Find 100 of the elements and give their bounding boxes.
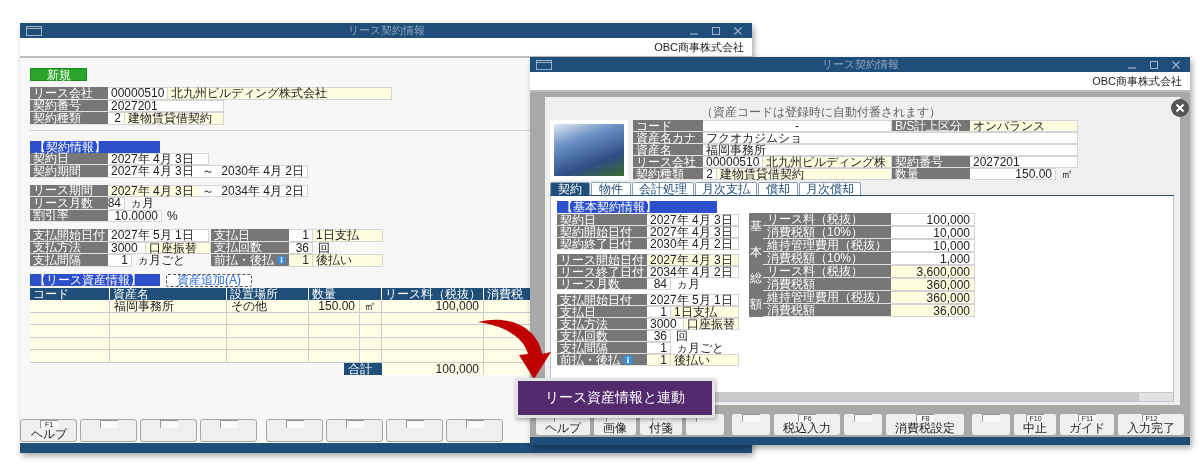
input-field[interactable]: 1: [289, 254, 313, 267]
input-field[interactable]: 2027年 5月 1日: [108, 229, 209, 242]
input-field[interactable]: 建物賃貸借契約: [717, 168, 892, 180]
field-label: 契約終了日付: [557, 238, 647, 250]
column-header: 数量: [309, 287, 382, 300]
input-field[interactable]: 00000510: [703, 156, 763, 168]
field-label: 消費税額（10%）: [763, 226, 891, 239]
field-label: 支払開始日付: [557, 294, 647, 306]
input-field[interactable]: 36: [647, 330, 671, 342]
field-label: 消費税額: [763, 278, 891, 291]
unit-label: ヵ月: [675, 278, 701, 290]
tab[interactable]: 償却: [758, 182, 798, 195]
field-label: 維持管理費用（税抜）: [763, 291, 891, 304]
input-field[interactable]: 1: [647, 306, 671, 318]
column-header: コード: [30, 287, 110, 300]
input-field[interactable]: 北九州ビルディング株式会社: [168, 87, 392, 100]
input-field[interactable]: 3000: [647, 318, 684, 330]
field-label: 契約期間: [30, 165, 108, 178]
field-label: 前払・後払: [214, 253, 274, 266]
input-field[interactable]: 建物賃貸借契約: [125, 112, 224, 125]
window-icon: [26, 25, 42, 36]
input-field[interactable]: 口座振替: [684, 318, 739, 330]
amount-value: 360,000: [891, 278, 975, 291]
field-label: リース会社: [30, 87, 108, 100]
close-button[interactable]: [1171, 99, 1189, 117]
tab[interactable]: 契約: [550, 182, 590, 195]
input-field[interactable]: 1日支払: [313, 229, 383, 242]
input-field[interactable]: 北九州ビルディング株: [763, 156, 892, 168]
input-field[interactable]: 1: [289, 229, 313, 242]
input-field[interactable]: 1日支払: [671, 306, 739, 318]
company-name: OBC商事株式会社: [654, 39, 744, 55]
input-field[interactable]: 2027201: [970, 156, 1078, 168]
field-label: リース開始日付: [557, 254, 647, 266]
field-label: 資産名: [633, 144, 703, 156]
unit-label: ヵ月ごと: [136, 254, 185, 267]
maximize-icon[interactable]: [1150, 60, 1158, 69]
input-field[interactable]: 1: [108, 254, 132, 267]
maximize-icon[interactable]: [712, 26, 720, 35]
section-header: 【基本契約情報】: [557, 201, 717, 213]
input-field[interactable]: 2027年 5月 1日: [647, 294, 739, 306]
field-label: 支払間隔: [30, 254, 108, 267]
range-separator: ～: [201, 166, 216, 177]
input-field[interactable]: 2027年 4月 3日: [108, 152, 209, 165]
info-icon[interactable]: [277, 254, 286, 265]
add-asset-button[interactable]: 資産追加(A): [166, 273, 252, 287]
field-label: 契約日: [557, 214, 647, 226]
input-field[interactable]: 2: [703, 168, 717, 180]
column-header: リース料（税抜）: [382, 287, 484, 300]
input-field[interactable]: 2027年 4月 3日: [647, 226, 739, 238]
input-field[interactable]: 10.0000: [108, 209, 162, 222]
table-cell: [360, 325, 382, 338]
field-label: 支払日: [211, 229, 289, 242]
field-label: 消費税額（10%）: [763, 252, 891, 265]
input-field[interactable]: 後払い: [313, 254, 383, 267]
input-field[interactable]: 1: [647, 342, 671, 354]
field-label: コード: [633, 120, 703, 132]
field-label: リース会社: [633, 156, 703, 168]
input-field[interactable]: フクオカジムショ: [703, 132, 1078, 144]
column-header: 資産名: [110, 287, 227, 300]
window-title: リース契約情報: [821, 57, 899, 72]
field-label: 前払・後払: [560, 353, 620, 366]
field-label: 支払方法: [557, 318, 647, 330]
field-label: リース料（税抜）: [763, 265, 891, 278]
field-label: B/S計上区分: [892, 120, 970, 132]
window-icon: [536, 59, 552, 70]
input-field[interactable]: 2034年 4月 2日: [647, 266, 739, 278]
hint-text: （資産コードは登録時に自動付番されます）: [700, 106, 942, 120]
input-field[interactable]: 福岡事務所: [703, 144, 1078, 156]
vertical-label: 基本総額: [749, 213, 763, 317]
input-field[interactable]: 2027年 4月 3日: [647, 254, 739, 266]
field-label: 契約種類: [30, 112, 108, 125]
tab[interactable]: 月次支払: [695, 182, 757, 195]
input-field[interactable]: 2027年 4月 3日: [108, 185, 199, 196]
input-field[interactable]: 150.00: [970, 168, 1056, 180]
info-icon[interactable]: [623, 354, 633, 365]
input-field[interactable]: 2027年 4月 3日: [647, 214, 739, 226]
field-label: リース料（税抜）: [763, 213, 891, 226]
input-field[interactable]: 1: [647, 354, 671, 366]
window-title: リース契約情報: [347, 23, 425, 38]
input-field[interactable]: 後払い: [671, 354, 739, 366]
callout-toast: リース資産情報と連動: [515, 378, 715, 418]
field-label: 数量: [892, 168, 970, 180]
close-icon[interactable]: [734, 26, 742, 35]
input-field[interactable]: 84: [108, 197, 125, 210]
tab[interactable]: 会計処理: [632, 182, 694, 195]
tab[interactable]: 月次償却: [799, 182, 861, 195]
table-cell: 100,000: [382, 300, 484, 313]
input-field[interactable]: 2: [108, 112, 125, 125]
field-label: 資産名カナ: [633, 132, 703, 144]
field-label: 契約番号: [892, 156, 970, 168]
tab[interactable]: 物件: [591, 182, 631, 195]
field-label: 支払回数: [557, 330, 647, 342]
field-label: 支払間隔: [557, 342, 647, 354]
input-field[interactable]: 2030年 4月 2日: [647, 238, 739, 250]
input-field[interactable]: -: [703, 120, 892, 132]
input-field[interactable]: 00000510: [108, 87, 168, 100]
input-field[interactable]: 84: [647, 278, 671, 290]
close-icon[interactable]: [1172, 60, 1180, 69]
unit-label: 回: [675, 330, 688, 342]
input-field[interactable]: オンバランス: [970, 120, 1078, 132]
